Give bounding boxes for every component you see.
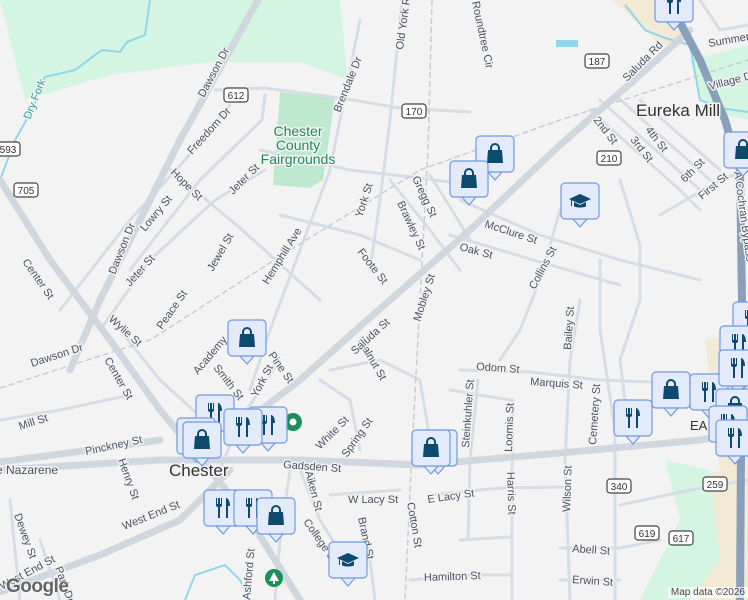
label-jeter-st: Jeter St: [227, 162, 262, 197]
route-shield-170: 170: [401, 103, 427, 119]
route-shield-259: 259: [702, 476, 728, 492]
svg-text:705: 705: [18, 186, 35, 197]
label-hamilton-st: Hamilton St: [424, 570, 481, 584]
label-wilson-st: Wilson St: [561, 465, 575, 512]
label-old-york-rd: Old York Rd: [394, 0, 414, 50]
svg-text:187: 187: [589, 57, 606, 68]
route-shield-210: 210: [596, 150, 622, 166]
shopping-marker[interactable]: [449, 160, 489, 206]
label-marquis-st: Marquis St: [530, 376, 583, 392]
label-aiken-st: Aiken St: [302, 470, 324, 513]
label-w-lacy-st: W Lacy St: [348, 494, 398, 506]
label-jewel-st: Jewel St: [205, 231, 236, 273]
shopping-marker[interactable]: [651, 371, 691, 417]
map-canvas[interactable]: Dry Fork Dawson Dr Dawson Dr Dawson Dr F…: [0, 0, 748, 600]
label-west-end-st: West End St: [121, 499, 182, 533]
label-ashford-st: Ashford St: [241, 548, 257, 600]
pond: [556, 40, 578, 47]
route-shield-705: 705: [13, 182, 39, 198]
label-steinkuhler-st: Steinkuhler St: [460, 379, 477, 448]
svg-text:210: 210: [601, 154, 618, 165]
google-logo: Google: [6, 576, 69, 597]
route-shield-187: 187: [584, 53, 610, 69]
label-oak-st: Oak St: [458, 241, 494, 261]
label-bailey-st: Bailey St: [562, 306, 577, 350]
svg-text:617: 617: [673, 534, 690, 545]
svg-text:340: 340: [611, 482, 628, 493]
street-labels: Dry Fork Dawson Dr Dawson Dr Dawson Dr F…: [0, 0, 748, 600]
map-svg[interactable]: Dry Fork Dawson Dr Dawson Dr Dawson Dr F…: [0, 0, 748, 600]
tree-park-pin[interactable]: [265, 569, 283, 587]
svg-text:259: 259: [707, 480, 724, 491]
svg-text:619: 619: [639, 529, 656, 540]
label-pinckney-st: Pinckney St: [84, 434, 143, 458]
label-chester: Chester: [169, 461, 229, 480]
label-cemetery-st: Cemetery St: [587, 383, 603, 445]
stream-south: [184, 563, 251, 600]
school-marker[interactable]: [328, 541, 368, 587]
label-erwin-st: Erwin St: [572, 574, 614, 589]
svg-text:612: 612: [228, 91, 245, 102]
svg-text:593: 593: [0, 145, 17, 156]
restaurant-marker[interactable]: [613, 399, 653, 445]
green-area-north: [0, 0, 348, 100]
minor-roads: [0, 0, 748, 600]
label-fairgrounds-line3: Fairgrounds: [261, 151, 336, 167]
label-york-st: York St: [353, 182, 375, 219]
route-shield-619: 619: [634, 525, 660, 541]
label-first-st: First St: [696, 171, 730, 203]
route-shields: 612 593 705 170 187 210 340 259 619 617: [0, 53, 728, 546]
route-shield-593: 593: [0, 141, 21, 157]
label-nazarene: e Nazarene: [0, 463, 58, 477]
school-marker[interactable]: [560, 182, 600, 228]
route-shield-612: 612: [223, 87, 249, 103]
label-loomis-st: Loomis St: [503, 403, 517, 452]
label-odom-st: Odom St: [476, 361, 520, 376]
label-ea: EA: [690, 418, 708, 433]
label-harris-st: Harris St: [504, 472, 517, 515]
svg-text:170: 170: [406, 107, 423, 118]
label-roundtree-cir: Roundtree Cir: [469, 0, 495, 70]
route-shield-340: 340: [606, 478, 632, 494]
label-eureka-mill: Eureka Mill: [636, 101, 720, 120]
label-collins-st: Collins St: [527, 245, 559, 292]
label-6th-st: 6th St: [679, 156, 708, 185]
map-attribution[interactable]: Map data ©2026: [667, 587, 748, 598]
label-abell-st: Abell St: [572, 543, 611, 558]
route-shield-617: 617: [668, 530, 694, 546]
